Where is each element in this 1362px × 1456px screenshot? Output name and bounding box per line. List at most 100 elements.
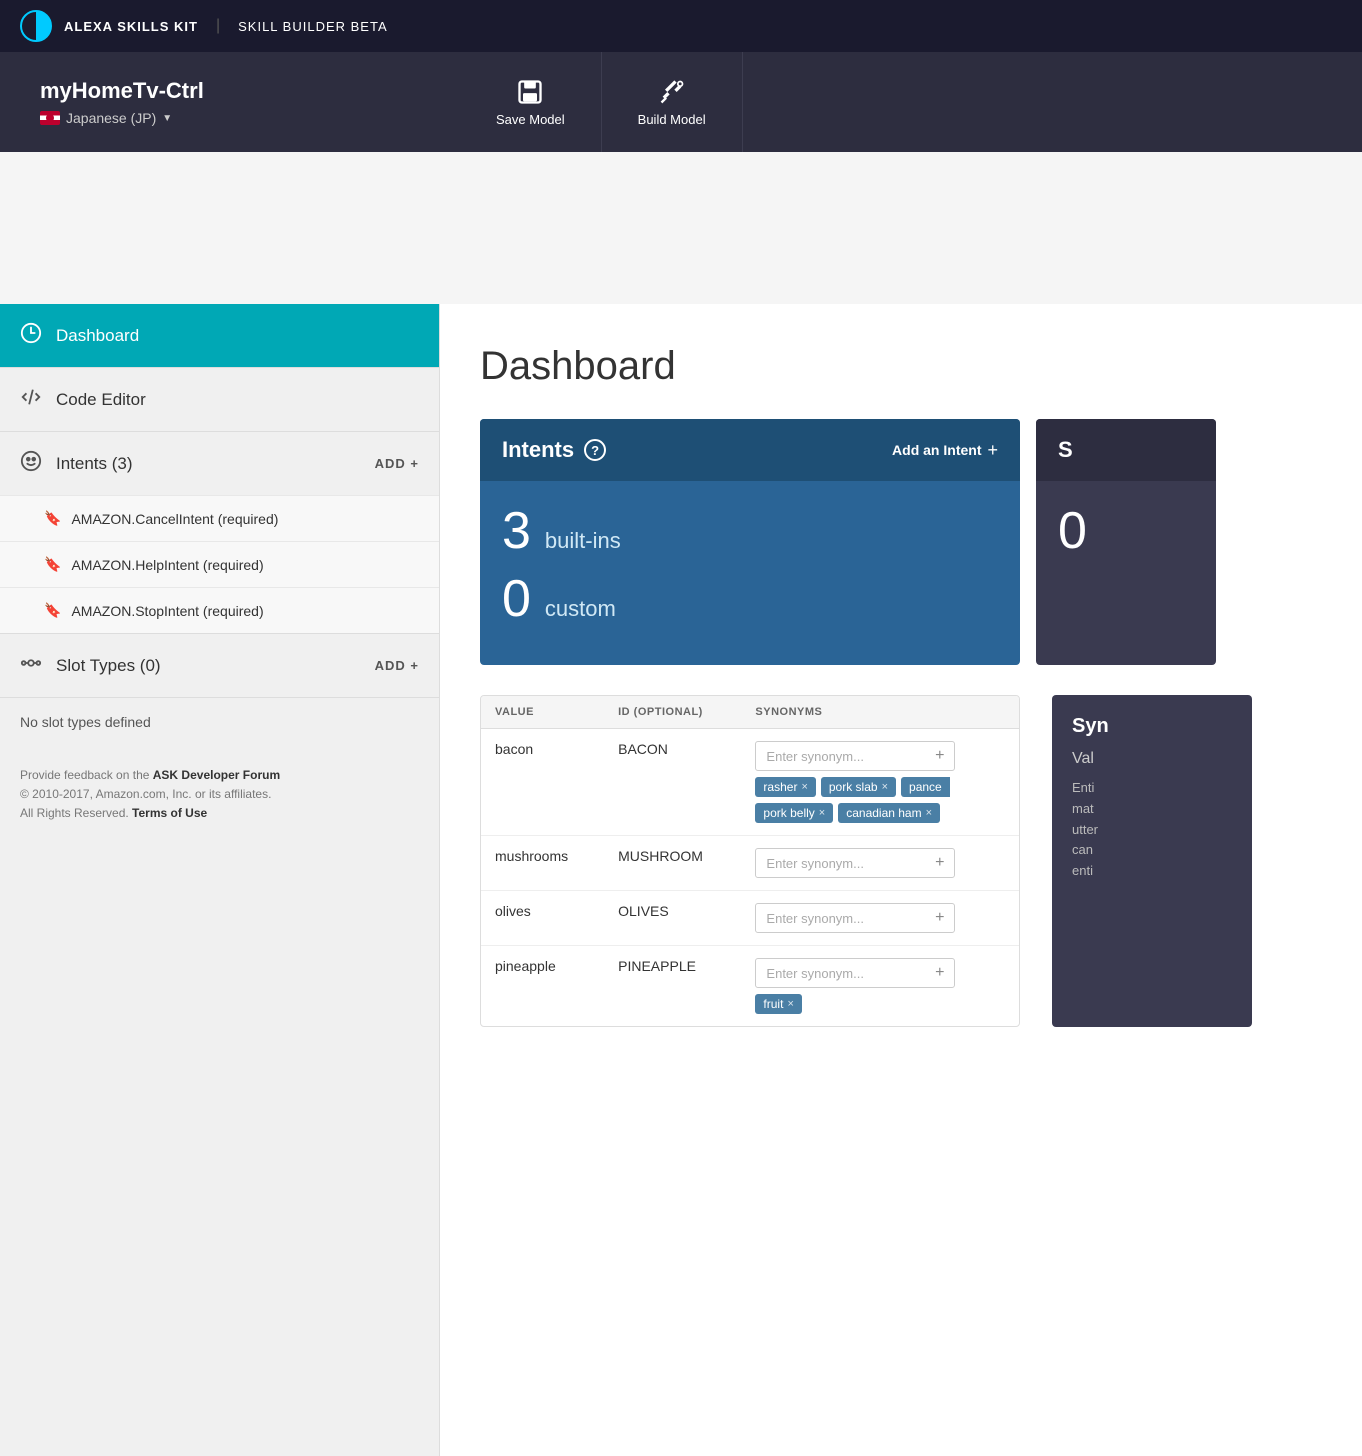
help-intent-label: AMAZON.HelpIntent (required) [71, 557, 263, 573]
code-editor-label: Code Editor [56, 390, 146, 410]
ask-developer-forum-link[interactable]: ASK Developer Forum [153, 768, 280, 782]
cancel-intent-label: AMAZON.CancelIntent (required) [71, 511, 278, 527]
slot-card-header: S [1036, 419, 1216, 481]
chevron-down-icon: ▼ [162, 113, 172, 124]
right-panel-description: Entimatuttercanenti [1072, 778, 1232, 882]
brand-title: ALEXA SKILLS KIT [64, 19, 198, 34]
add-intent-label: Add an Intent [892, 442, 981, 458]
table-row: mushrooms MUSHROOM Enter synonym... + [481, 836, 1019, 891]
slot-types-add-button[interactable]: ADD + [375, 658, 419, 673]
skill-info: myHomeTv-Ctrl Japanese (JP) ▼ [20, 68, 460, 136]
synonym-input-pineapple[interactable]: Enter synonym... + [755, 958, 955, 988]
dashboard-label: Dashboard [56, 326, 139, 346]
language-label: Japanese (JP) [66, 110, 156, 126]
page-title: Dashboard [480, 344, 1322, 389]
build-model-label: Build Model [638, 112, 706, 127]
bookmark-icon-stop: 🔖 [44, 602, 61, 619]
slot-types-section-left: Slot Types (0) [20, 652, 161, 679]
synonym-add-icon-olives[interactable]: + [935, 909, 944, 927]
sidebar-sub-item-stop[interactable]: 🔖 AMAZON.StopIntent (required) [0, 587, 439, 633]
language-selector[interactable]: Japanese (JP) ▼ [40, 110, 440, 126]
sidebar-sub-item-cancel[interactable]: 🔖 AMAZON.CancelIntent (required) [0, 495, 439, 541]
cell-id-bacon: BACON [604, 729, 741, 836]
save-model-label: Save Model [496, 112, 565, 127]
build-model-button[interactable]: Build Model [602, 52, 743, 152]
bookmark-icon-help: 🔖 [44, 556, 61, 573]
synonym-placeholder: Enter synonym... [766, 749, 929, 764]
synonym-add-icon[interactable]: + [935, 747, 944, 765]
tag-close-rasher[interactable]: × [801, 781, 807, 793]
tag-close-pork-slab[interactable]: × [882, 781, 888, 793]
tag-rasher: rasher × [755, 777, 815, 797]
add-intent-button[interactable]: Add an Intent + [892, 440, 998, 461]
tag-close-canadian-ham[interactable]: × [926, 807, 932, 819]
cell-value-olives: olives [481, 891, 604, 946]
tag-pork-slab: pork slab × [821, 777, 896, 797]
tag-close-fruit[interactable]: × [787, 998, 793, 1010]
tag-pork-belly: pork belly × [755, 803, 833, 823]
custom-label: custom [545, 596, 616, 622]
builtins-stat: 3 built-ins [502, 505, 998, 557]
build-icon [658, 78, 686, 106]
bacon-tags: rasher × pork slab × pance [755, 777, 1005, 797]
custom-count: 0 [502, 573, 531, 625]
plus-icon: + [987, 440, 998, 461]
toolbar: Save Model Build Model [460, 52, 743, 152]
synonym-input-mushrooms[interactable]: Enter synonym... + [755, 848, 955, 878]
intents-card-title: Intents [502, 437, 574, 463]
slot-table: VALUE ID (OPTIONAL) SYNONYMS bacon BACON [481, 696, 1019, 1026]
slot-card-title: S [1058, 437, 1073, 462]
intents-section-header: Intents (3) ADD + [0, 432, 439, 495]
slot-types-section-title: Slot Types (0) [56, 656, 161, 676]
cell-synonyms-bacon: Enter synonym... + rasher × pork slab × … [741, 729, 1019, 836]
main-layout: Dashboard Code Editor [0, 304, 1362, 1456]
col-value: VALUE [481, 696, 604, 729]
cell-value-pineapple: pineapple [481, 946, 604, 1027]
synonym-add-icon-mushrooms[interactable]: + [935, 854, 944, 872]
terms-of-use-link[interactable]: Terms of Use [132, 806, 207, 820]
synonym-placeholder-olives: Enter synonym... [766, 911, 929, 926]
col-id: ID (OPTIONAL) [604, 696, 741, 729]
table-row: pineapple PINEAPPLE Enter synonym... + f… [481, 946, 1019, 1027]
sidebar-item-code-editor[interactable]: Code Editor [0, 368, 439, 432]
stop-intent-label: AMAZON.StopIntent (required) [71, 603, 263, 619]
custom-stat: 0 custom [502, 573, 998, 625]
synonym-input-bacon[interactable]: Enter synonym... + [755, 741, 955, 771]
bookmark-icon-cancel: 🔖 [44, 510, 61, 527]
table-row: olives OLIVES Enter synonym... + [481, 891, 1019, 946]
sidebar-sub-item-help[interactable]: 🔖 AMAZON.HelpIntent (required) [0, 541, 439, 587]
table-row: bacon BACON Enter synonym... + rasher × … [481, 729, 1019, 836]
save-icon [516, 78, 544, 106]
intents-add-button[interactable]: ADD + [375, 456, 419, 471]
intents-sub-items: 🔖 AMAZON.CancelIntent (required) 🔖 AMAZO… [0, 495, 439, 633]
right-panel-title: Syn [1072, 715, 1232, 738]
sidebar-footer: Provide feedback on the ASK Developer Fo… [0, 746, 439, 844]
intents-section-left: Intents (3) [20, 450, 133, 477]
tag-close-pork-belly[interactable]: × [819, 807, 825, 819]
synonym-placeholder-mushrooms: Enter synonym... [766, 856, 929, 871]
cell-synonyms-pineapple: Enter synonym... + fruit × [741, 946, 1019, 1027]
app-header: myHomeTv-Ctrl Japanese (JP) ▼ Save Model [0, 52, 1362, 152]
slot-types-icon [20, 652, 42, 679]
cell-id-pineapple: PINEAPPLE [604, 946, 741, 1027]
builtins-label: built-ins [545, 528, 621, 554]
col-synonyms: SYNONYMS [741, 696, 1019, 729]
tag-pance-partial: pance [901, 777, 950, 797]
pineapple-tags: fruit × [755, 994, 1005, 1014]
tag-fruit: fruit × [755, 994, 801, 1014]
intents-card-header: Intents ? Add an Intent + [480, 419, 1020, 481]
tag-canadian-ham: canadian ham × [838, 803, 940, 823]
synonym-add-icon-pineapple[interactable]: + [935, 964, 944, 982]
slot-card: S 0 [1036, 419, 1216, 665]
intents-help-icon[interactable]: ? [584, 439, 606, 461]
cell-synonyms-olives: Enter synonym... + [741, 891, 1019, 946]
dashboard-cards: Intents ? Add an Intent + 3 built-ins 0 [480, 419, 1322, 665]
main-content: Dashboard Intents ? Add an Intent + [440, 304, 1362, 1456]
synonym-input-olives[interactable]: Enter synonym... + [755, 903, 955, 933]
sidebar-item-dashboard[interactable]: Dashboard [0, 304, 439, 368]
cell-id-mushrooms: MUSHROOM [604, 836, 741, 891]
save-model-button[interactable]: Save Model [460, 52, 602, 152]
skill-name: myHomeTv-Ctrl [40, 78, 440, 104]
intents-section-title: Intents (3) [56, 454, 133, 474]
dashboard-icon [20, 322, 42, 349]
